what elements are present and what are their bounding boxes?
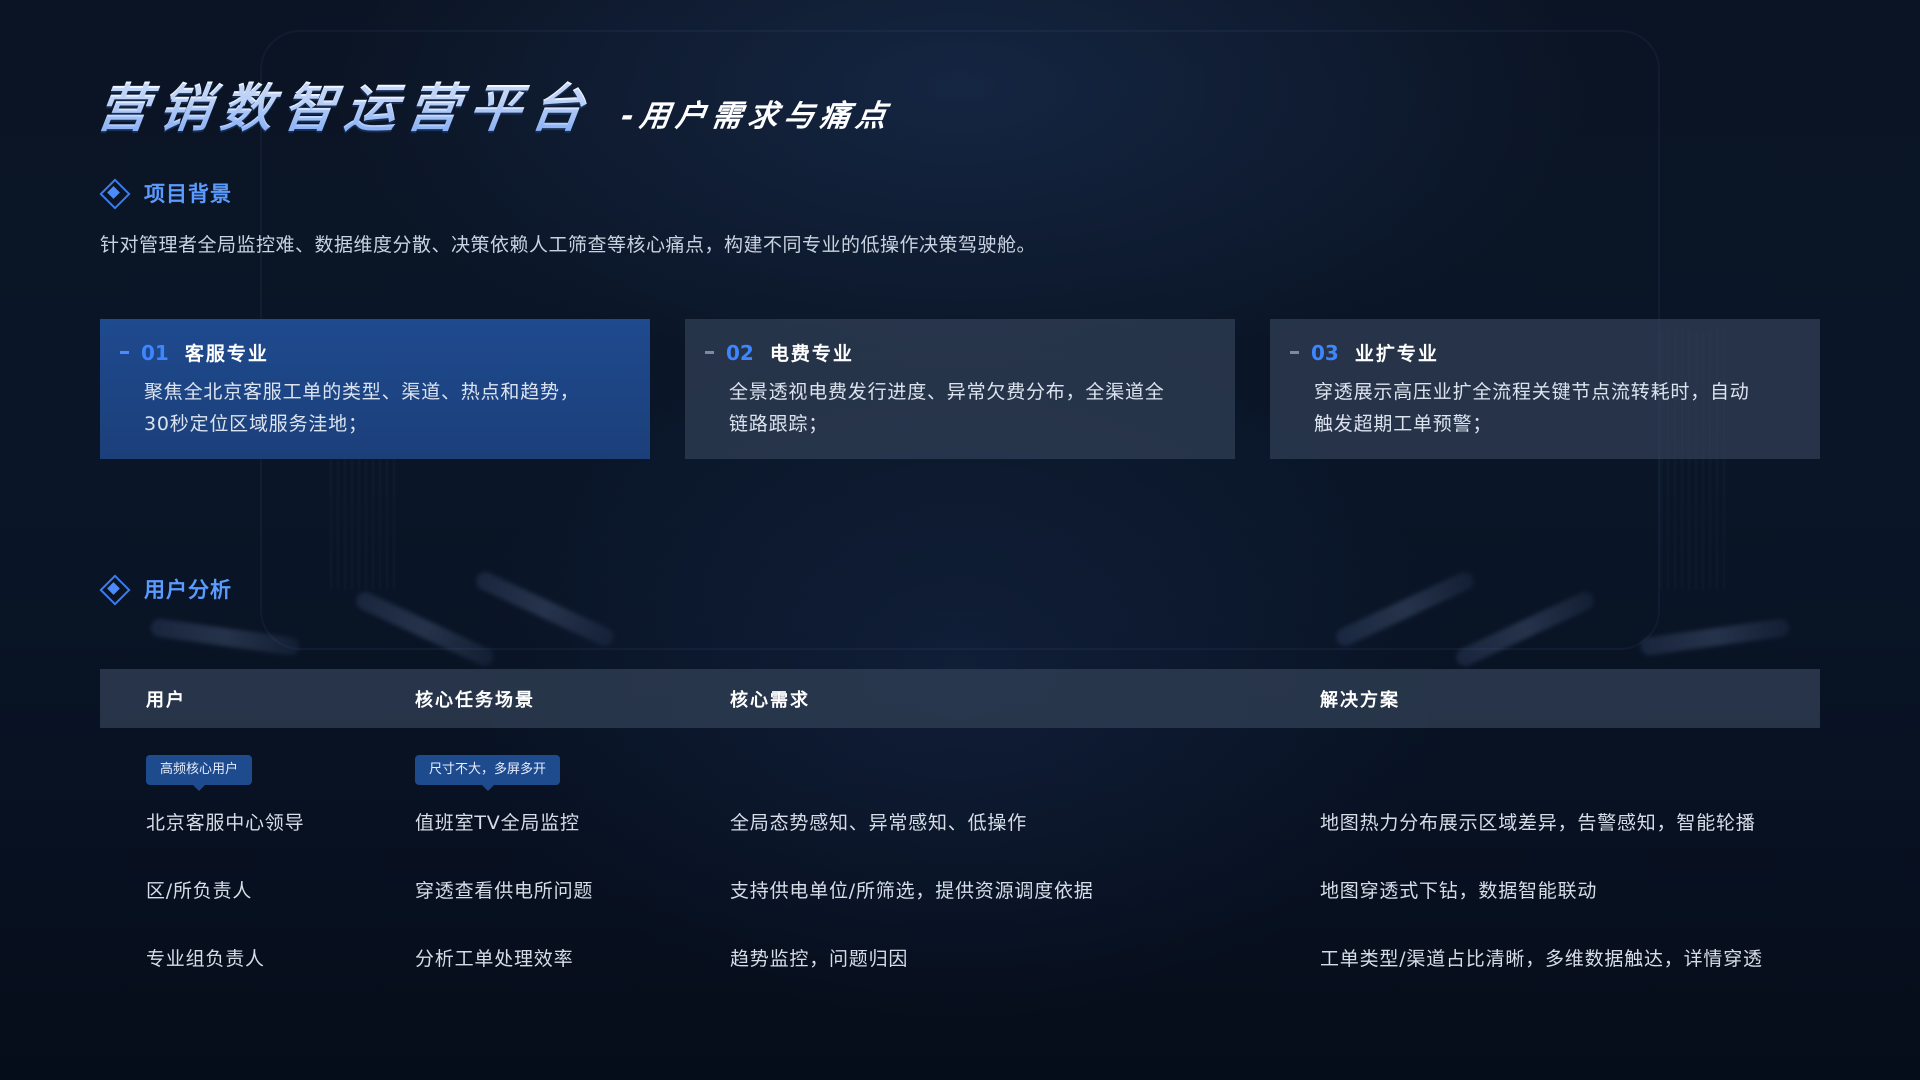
section-header-analysis: 用户分析: [100, 574, 232, 604]
cell-user: 区/所负责人: [146, 880, 253, 902]
cell-solution: 地图穿透式下钻，数据智能联动: [1320, 880, 1598, 902]
cell-solution: 工单类型/渠道占比清晰，多维数据触达，详情穿透: [1320, 948, 1763, 970]
specialty-card[interactable]: 01 客服专业 聚焦全北京客服工单的类型、渠道、热点和趋势， 30秒定位区域服务…: [100, 319, 650, 459]
diamond-icon: [100, 575, 128, 603]
table-row: 专业组负责人 分析工单处理效率 趋势监控，问题归因 工单类型/渠道占比清晰，多维…: [100, 944, 1820, 984]
card-description-line: 链路跟踪；: [729, 413, 829, 435]
card-description-line: 穿透展示高压业扩全流程关键节点流转耗时，自动: [1314, 381, 1750, 403]
card-header: 03 业扩专业: [1290, 339, 1800, 366]
specialty-cards: 01 客服专业 聚焦全北京客服工单的类型、渠道、热点和趋势， 30秒定位区域服务…: [100, 319, 1820, 459]
column-header-scene: 核心任务场景: [415, 689, 535, 711]
scene-tag-badge: 尺寸不大，多屏多开: [415, 755, 561, 791]
section-title: 项目背景: [144, 182, 232, 206]
cell-user: 专业组负责人: [146, 948, 265, 970]
user-tag-badge: 高频核心用户: [146, 755, 253, 791]
section-header-background: 项目背景: [100, 178, 232, 208]
card-description-line: 全景透视电费发行进度、异常欠费分布，全渠道全: [729, 381, 1165, 403]
column-header-need: 核心需求: [730, 689, 810, 711]
card-header: 02 电费专业: [705, 339, 1215, 366]
background-slab: [149, 617, 301, 657]
card-description: 聚焦全北京客服工单的类型、渠道、热点和趋势， 30秒定位区域服务洼地；: [144, 376, 630, 440]
column-header-solution: 解决方案: [1320, 689, 1400, 711]
cell-need: 趋势监控，问题归因: [730, 948, 909, 970]
page-subtitle: -用户需求与痛点: [619, 99, 895, 134]
card-name: 电费专业: [769, 343, 854, 365]
card-header: 01 客服专业: [120, 339, 630, 366]
table-header: 用户 核心任务场景 核心需求 解决方案: [100, 669, 1820, 728]
table-row: 区/所负责人 穿透查看供电所问题 支持供电单位/所筛选，提供资源调度依据 地图穿…: [100, 876, 1820, 916]
card-description-line: 触发超期工单预警；: [1314, 413, 1493, 435]
card-description: 全景透视电费发行进度、异常欠费分布，全渠道全 链路跟踪；: [729, 376, 1215, 440]
background-description: 针对管理者全局监控难、数据维度分散、决策依赖人工筛查等核心痛点，构建不同专业的低…: [100, 234, 1037, 256]
background-decoration: [0, 0, 1920, 1080]
background-slab: [1333, 569, 1477, 649]
background-slab: [353, 589, 497, 669]
cell-solution: 地图热力分布展示区域差异，告警感知，智能轮播: [1320, 812, 1756, 834]
page-header: 营销数智运营平台 -用户需求与痛点: [93, 66, 894, 141]
cell-scene: 穿透查看供电所问题: [415, 880, 594, 902]
card-name: 业扩专业: [1354, 343, 1439, 365]
background-slab: [473, 569, 617, 649]
specialty-card[interactable]: 02 电费专业 全景透视电费发行进度、异常欠费分布，全渠道全 链路跟踪；: [685, 319, 1235, 459]
card-number: 02: [726, 340, 754, 365]
dash-icon: [705, 351, 714, 354]
dash-icon: [1290, 351, 1299, 354]
background-slab: [1639, 617, 1791, 657]
cell-scene: 值班室TV全局监控: [415, 812, 580, 834]
card-number: 01: [141, 340, 169, 365]
cell-need: 支持供电单位/所筛选，提供资源调度依据: [730, 880, 1094, 902]
card-description: 穿透展示高压业扩全流程关键节点流转耗时，自动 触发超期工单预警；: [1314, 376, 1800, 440]
table-row: 北京客服中心领导 值班室TV全局监控 全局态势感知、异常感知、低操作 地图热力分…: [100, 808, 1820, 848]
cell-need: 全局态势感知、异常感知、低操作: [730, 812, 1028, 834]
diamond-icon: [100, 179, 128, 207]
user-analysis-table: 用户 核心任务场景 核心需求 解决方案 高频核心用户 尺寸不大，多屏多开 北京客…: [100, 669, 1820, 970]
section-title: 用户分析: [144, 578, 232, 602]
card-number: 03: [1311, 340, 1339, 365]
cell-user: 北京客服中心领导: [146, 812, 305, 834]
dash-icon: [120, 351, 129, 354]
card-name: 客服专业: [184, 343, 269, 365]
page-title: 营销数智运营平台: [93, 66, 600, 141]
card-description-line: 聚焦全北京客服工单的类型、渠道、热点和趋势，: [144, 381, 580, 403]
column-header-user: 用户: [146, 689, 186, 711]
specialty-card[interactable]: 03 业扩专业 穿透展示高压业扩全流程关键节点流转耗时，自动 触发超期工单预警；: [1270, 319, 1820, 459]
cell-scene: 分析工单处理效率: [415, 948, 574, 970]
background-slab: [1453, 589, 1597, 669]
card-description-line: 30秒定位区域服务洼地；: [144, 413, 368, 435]
